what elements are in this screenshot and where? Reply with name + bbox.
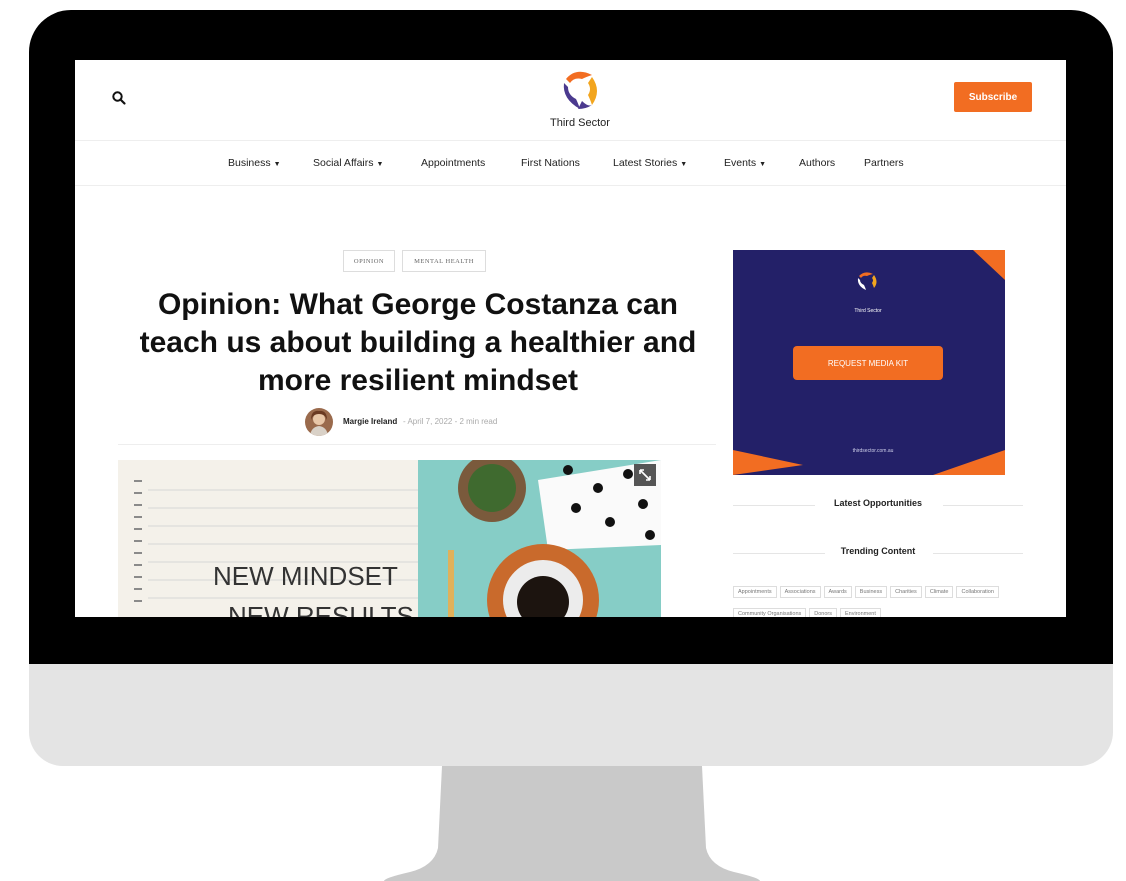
request-media-kit-button[interactable]: REQUEST MEDIA KIT: [793, 346, 943, 380]
nav-item-label: Partners: [864, 157, 904, 169]
trending-tag[interactable]: Awards: [823, 586, 852, 598]
search-icon[interactable]: [111, 90, 127, 106]
trending-tag-cloud: Appointments Associations Awards Business Ch…: [733, 580, 1023, 617]
trending-tag[interactable]: Donors: [809, 608, 838, 617]
caret-down-icon: ▼: [759, 161, 767, 168]
nav-item-authors[interactable]: Authors: [799, 157, 835, 169]
author-name[interactable]: Margie Ireland: [343, 417, 397, 426]
media-kit-ad[interactable]: Third Sector REQUEST MEDIA KIT thirdsect…: [733, 250, 1005, 475]
nav-item-label: Appointments: [421, 157, 486, 169]
divider: [118, 444, 716, 445]
ad-brand: Third Sector: [854, 308, 882, 314]
caret-down-icon: ▼: [680, 161, 688, 168]
trending-tag[interactable]: Appointments: [733, 586, 777, 598]
caret-down-icon: ▼: [376, 161, 384, 168]
browser-screen: Third Sector Subscribe Business ▼ Social …: [75, 60, 1066, 617]
subscribe-button[interactable]: Subscribe: [954, 82, 1032, 112]
article-title: Opinion: What George Costanza can teach …: [139, 288, 697, 397]
nav-item-label: Events: [724, 157, 757, 169]
nav-item-label: First Nations: [521, 157, 580, 169]
nav-item-label: Authors: [799, 157, 836, 169]
nav-item-business[interactable]: Business ▼: [228, 157, 281, 169]
caret-down-icon: ▼: [273, 161, 281, 168]
trending-tag[interactable]: Associations: [779, 586, 821, 598]
ad-url: thirdsector.com.au: [852, 448, 894, 454]
hero-image: NEW MINDSET NEW RESULTS: [118, 460, 661, 617]
nav-item-first-nations[interactable]: First Nations: [521, 157, 580, 169]
site-header: Third Sector Subscribe: [75, 60, 1066, 141]
trending-tag[interactable]: Environment: [840, 608, 881, 617]
monitor-stand: [384, 766, 760, 881]
nav-item-label: Business: [228, 157, 271, 169]
site-logo[interactable]: Third Sector: [550, 63, 610, 133]
trending-tag[interactable]: Business: [854, 586, 888, 598]
nav-item-social-affairs[interactable]: Social Affairs ▼: [313, 157, 383, 169]
nav-item-appointments[interactable]: Appointments: [421, 157, 485, 169]
heading-text: Trending Content: [840, 546, 916, 556]
trending-tag[interactable]: Charities: [890, 586, 922, 598]
monitor-chin: [29, 664, 1113, 766]
nav-item-latest-stories[interactable]: Latest Stories ▼: [613, 157, 687, 169]
tag-opinion[interactable]: OPINION: [343, 250, 395, 272]
nav-item-label: Latest Stories: [613, 157, 678, 169]
heading-text: Latest Opportunities: [833, 498, 922, 508]
main-nav: Business ▼ Social Affairs ▼ Appointments F…: [75, 140, 1066, 186]
trending-content-heading: Trending Content: [733, 546, 1023, 560]
logo-mark-icon: [563, 71, 597, 109]
nav-item-label: Social Affairs: [313, 157, 374, 169]
trending-tag[interactable]: Community Organisations: [733, 608, 807, 617]
hero-text-line2: NEW RESULTS: [228, 601, 414, 617]
trending-tag[interactable]: Climate: [924, 586, 954, 598]
nav-item-partners[interactable]: Partners: [864, 157, 904, 169]
tag-mental-health[interactable]: MENTAL HEALTH: [402, 250, 486, 272]
nav-item-events[interactable]: Events ▼: [724, 157, 766, 169]
site-name: Third Sector: [550, 117, 610, 129]
author-avatar[interactable]: [305, 408, 333, 436]
trending-tag[interactable]: Collaboration: [956, 586, 999, 598]
latest-opportunities-heading: Latest Opportunities: [733, 498, 1023, 512]
hero-text-line1: NEW MINDSET: [213, 561, 398, 591]
article-meta: - April 7, 2022 - 2 min read: [403, 417, 498, 426]
